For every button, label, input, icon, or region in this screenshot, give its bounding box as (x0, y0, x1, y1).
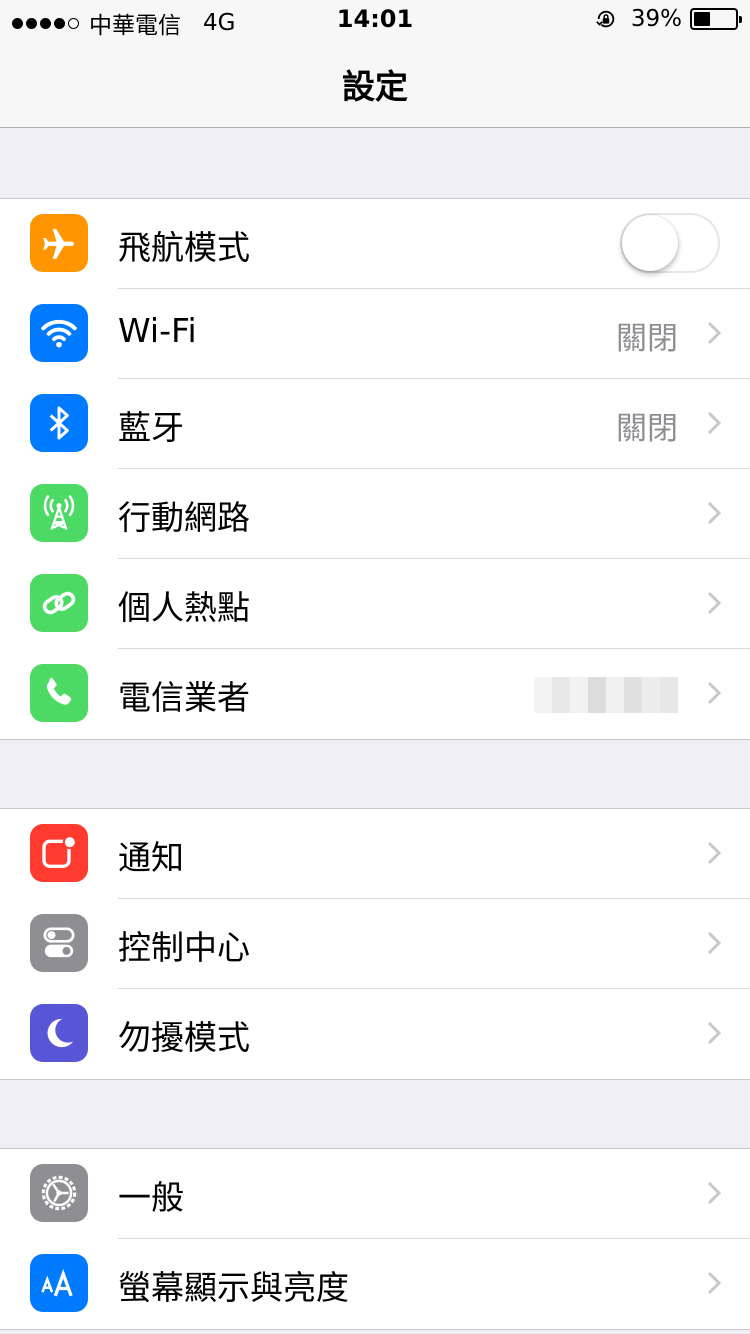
status-bar: 中華電信 4G 14:01 39% (0, 0, 750, 40)
row-carrier[interactable]: 電信業者 (0, 649, 750, 739)
moon-icon (30, 1004, 88, 1062)
row-notifications[interactable]: 通知 (0, 809, 750, 899)
chevron-right-icon (707, 321, 722, 345)
settings-group-notifications: 通知 控制中心 勿擾模式 (0, 808, 750, 1080)
navigation-bar: 設定 (0, 40, 750, 128)
row-label: Wi-Fi (118, 311, 197, 350)
chevron-right-icon (707, 501, 722, 525)
row-label: 藍牙 (118, 408, 184, 447)
battery-icon (690, 8, 742, 30)
text-size-icon (30, 1254, 88, 1312)
wifi-icon (30, 304, 88, 362)
row-cellular[interactable]: 行動網路 (0, 469, 750, 559)
chevron-right-icon (707, 1181, 722, 1205)
gear-icon (30, 1164, 88, 1222)
chevron-right-icon (707, 681, 722, 705)
row-label: 螢幕顯示與亮度 (118, 1268, 349, 1307)
bluetooth-icon (30, 394, 88, 452)
control-center-icon (30, 914, 88, 972)
row-label: 通知 (118, 838, 184, 877)
rotation-lock-icon (596, 10, 615, 28)
row-label: 行動網路 (118, 498, 250, 537)
chevron-right-icon (707, 1271, 722, 1295)
hotspot-chain-icon (30, 574, 88, 632)
row-label: 勿擾模式 (118, 1018, 250, 1057)
settings-group-general: 一般 螢幕顯示與亮度 (0, 1148, 750, 1330)
row-label: 一般 (118, 1178, 184, 1217)
row-wifi[interactable]: Wi-Fi 關閉 (0, 289, 750, 379)
settings-group-connectivity: 飛航模式 Wi-Fi 關閉 藍牙 關閉 行動網路 個人熱點 電信業者 (0, 198, 750, 740)
airplane-mode-toggle[interactable] (620, 213, 720, 273)
chevron-right-icon (707, 841, 722, 865)
battery-percent: 39% (630, 6, 682, 32)
status-right: 39% (595, 6, 742, 32)
row-display-brightness[interactable]: 螢幕顯示與亮度 (0, 1239, 750, 1329)
phone-icon (30, 664, 88, 722)
row-control-center[interactable]: 控制中心 (0, 899, 750, 989)
row-general[interactable]: 一般 (0, 1149, 750, 1239)
toggle-knob (622, 215, 678, 271)
row-label: 電信業者 (118, 678, 250, 717)
row-personal-hotspot[interactable]: 個人熱點 (0, 559, 750, 649)
row-label: 控制中心 (118, 928, 250, 967)
airplane-icon (30, 214, 88, 272)
chevron-right-icon (707, 411, 722, 435)
row-bluetooth[interactable]: 藍牙 關閉 (0, 379, 750, 469)
carrier-value-obscured (534, 677, 678, 713)
row-airplane-mode: 飛航模式 (0, 199, 750, 289)
row-do-not-disturb[interactable]: 勿擾模式 (0, 989, 750, 1079)
chevron-right-icon (707, 1021, 722, 1045)
row-value: 關閉 (616, 321, 678, 357)
chevron-right-icon (707, 931, 722, 955)
row-label: 飛航模式 (118, 228, 250, 267)
page-title: 設定 (342, 67, 408, 106)
notifications-icon (30, 824, 88, 882)
cellular-antenna-icon (30, 484, 88, 542)
row-value: 關閉 (616, 411, 678, 447)
chevron-right-icon (707, 591, 722, 615)
row-label: 個人熱點 (118, 588, 250, 627)
